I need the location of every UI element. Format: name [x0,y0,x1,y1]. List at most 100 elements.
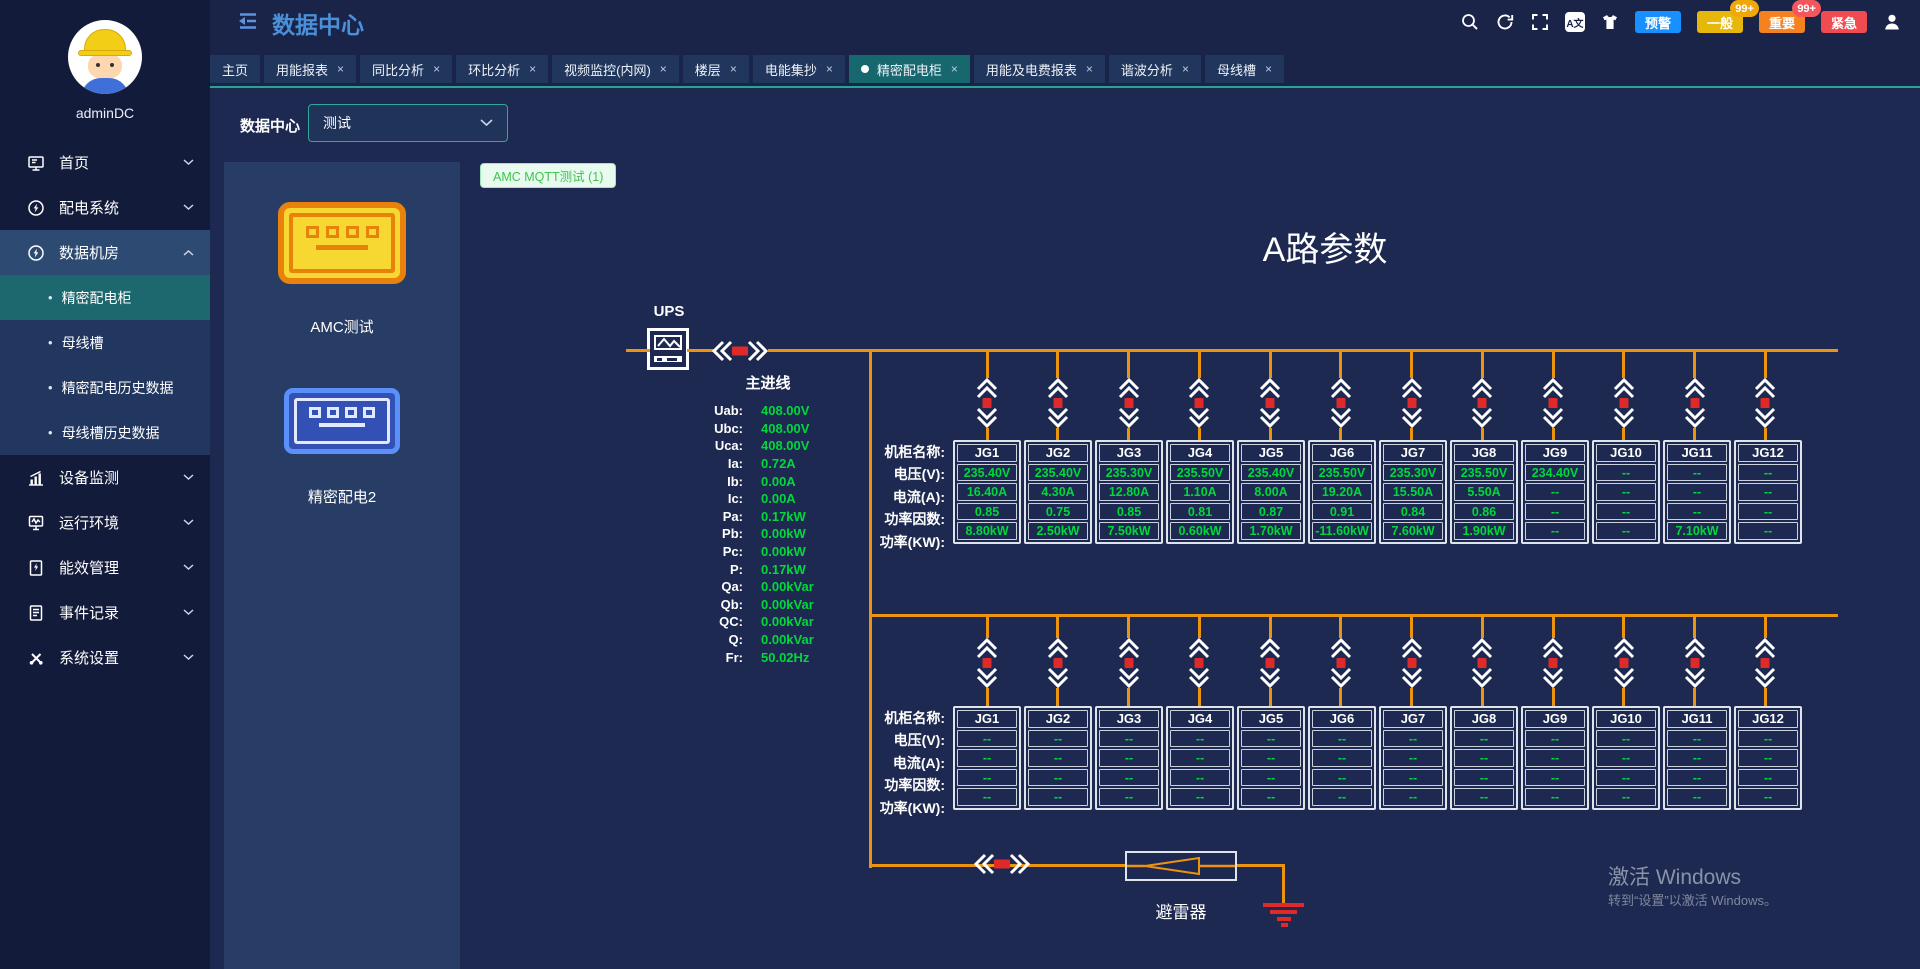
tab-label: 谐波分析 [1121,60,1173,79]
sidebar-item-1[interactable]: 配电系统 [0,185,210,230]
cabinet-name-cell: JG2 [1028,710,1088,728]
power-factor-cell: -- [1525,769,1585,787]
tab-close-icon[interactable]: × [951,62,958,76]
sidebar-item-5[interactable]: 能效管理 [0,545,210,590]
tab-close-icon[interactable]: × [826,62,833,76]
device-card-1[interactable]: 精密配电2 [224,388,460,507]
avatar[interactable] [68,20,142,94]
chevron-down-icon [183,204,194,211]
param-row: Uca:408.00V [655,437,814,455]
sidebar-item-2[interactable]: 数据机房 [0,230,210,275]
datacenter-select[interactable]: 测试 [308,104,508,142]
tab-1[interactable]: 用能报表× [264,55,356,83]
chevron-down-icon [183,474,194,481]
tab-close-icon[interactable]: × [1086,62,1093,76]
fullscreen-icon[interactable] [1530,12,1550,32]
voltage-cell: 235.50V [1454,464,1514,482]
alarm-button-1[interactable]: 一般99+ [1697,11,1743,33]
feeder-drop [1401,352,1423,442]
tab-3[interactable]: 环比分析× [456,55,548,83]
alarm-button-0[interactable]: 预警 [1635,11,1681,33]
tab-4[interactable]: 视频监控(内网)× [552,55,679,83]
refresh-icon[interactable] [1495,12,1515,32]
env-icon [26,513,46,533]
tab-5[interactable]: 楼层× [683,55,749,83]
ups-label: UPS [648,303,690,320]
voltage-cell: -- [1596,464,1656,482]
tab-close-icon[interactable]: × [1182,62,1189,76]
feeder-drop [1259,617,1281,706]
translate-icon[interactable]: A文 [1565,12,1585,32]
collapse-menu-icon[interactable] [236,11,260,31]
cabinet-name-cell: JG1 [957,710,1017,728]
cabinet-column: JG10-------- [1592,440,1660,544]
tab-close-icon[interactable]: × [660,62,667,76]
user-icon[interactable] [1882,12,1902,32]
feeder-drop [1188,617,1210,706]
device-card-label: 精密配电2 [224,486,460,507]
tab-close-icon[interactable]: × [529,62,536,76]
row-label: 功率(KW): [845,797,945,819]
cabinet-name-cell: JG8 [1454,444,1514,462]
power-cell: -- [1028,788,1088,806]
sidebar-subitem-3[interactable]: 母线槽历史数据 [0,410,210,455]
power-cell: -- [1383,788,1443,806]
sidebar-item-7[interactable]: 系统设置 [0,635,210,680]
alarm-button-3[interactable]: 紧急 [1821,11,1867,33]
alarm-button-label: 一般 [1707,13,1733,32]
power-cell: -11.60kW [1312,522,1372,540]
theme-shirt-icon[interactable] [1600,12,1620,32]
voltage-cell: -- [1738,464,1798,482]
power-cell: 1.70kW [1241,522,1301,540]
sidebar-item-6[interactable]: 事件记录 [0,590,210,635]
tab-6[interactable]: 电能集抄× [753,55,845,83]
tab-close-icon[interactable]: × [730,62,737,76]
sidebar-item-label: 配电系统 [59,197,183,218]
alarm-button-2[interactable]: 重要99+ [1759,11,1805,33]
tab-9[interactable]: 谐波分析 × [1109,55,1201,83]
sidebar-item-0[interactable]: 首页 [0,140,210,185]
tab-8[interactable]: 用能及电费报表× [974,55,1105,83]
feeder-drop [1684,617,1706,706]
param-row: Ia:0.72A [655,455,814,473]
param-label: Qb: [655,597,743,612]
power-icon [26,198,46,218]
voltage-cell: -- [1170,730,1230,748]
tab-close-icon[interactable]: × [433,62,440,76]
tab-10[interactable]: 母线槽× [1205,55,1284,83]
tab-close-icon[interactable]: × [1265,62,1272,76]
sidebar-item-3[interactable]: 设备监测 [0,455,210,500]
sidebar-item-label: 事件记录 [59,602,183,623]
sidebar-subitem-1[interactable]: 母线槽 [0,320,210,365]
sidebar-item-4[interactable]: 运行环境 [0,500,210,545]
param-row: Qa:0.00kVar [655,578,814,596]
tab-7[interactable]: 精密配电柜× [849,55,970,83]
arrester-line [1236,864,1285,867]
cabinet-column: JG11------7.10kW [1663,440,1731,544]
feeder-drop [976,617,998,706]
tab-bar: 主页用能报表×同比分析×环比分析×视频监控(内网)×楼层×电能集抄×精密配电柜×… [210,55,1920,83]
ground-bar [1281,923,1288,927]
cabinet-name-cell: JG10 [1596,710,1656,728]
current-cell: -- [1596,483,1656,501]
cabinet-name-cell: JG3 [1099,444,1159,462]
cabinet-name-cell: JG5 [1241,444,1301,462]
feeder-drops-top [953,352,1802,442]
sidebar-subitem-2[interactable]: 精密配电历史数据 [0,365,210,410]
arrester-label: 避雷器 [1128,898,1234,923]
tab-close-icon[interactable]: × [337,62,344,76]
tab-0[interactable]: 主页 [210,55,260,83]
current-cell: -- [1312,749,1372,767]
param-value: 50.02Hz [761,650,809,665]
current-cell: -- [1170,749,1230,767]
search-icon[interactable] [1460,12,1480,32]
device-card-0[interactable]: AMC测试 [224,202,460,337]
arrester-symbol [1127,853,1235,879]
main-switch-icon [711,339,769,368]
device-group-button[interactable]: AMC MQTT测试 (1) [480,163,616,188]
param-value: 0.17kW [761,509,806,524]
sidebar-subitem-0[interactable]: 精密配电柜 [0,275,210,320]
tab-2[interactable]: 同比分析× [360,55,452,83]
avatar-face [88,53,122,79]
sidebar-submenu: 精密配电柜母线槽精密配电历史数据母线槽历史数据 [0,275,210,455]
